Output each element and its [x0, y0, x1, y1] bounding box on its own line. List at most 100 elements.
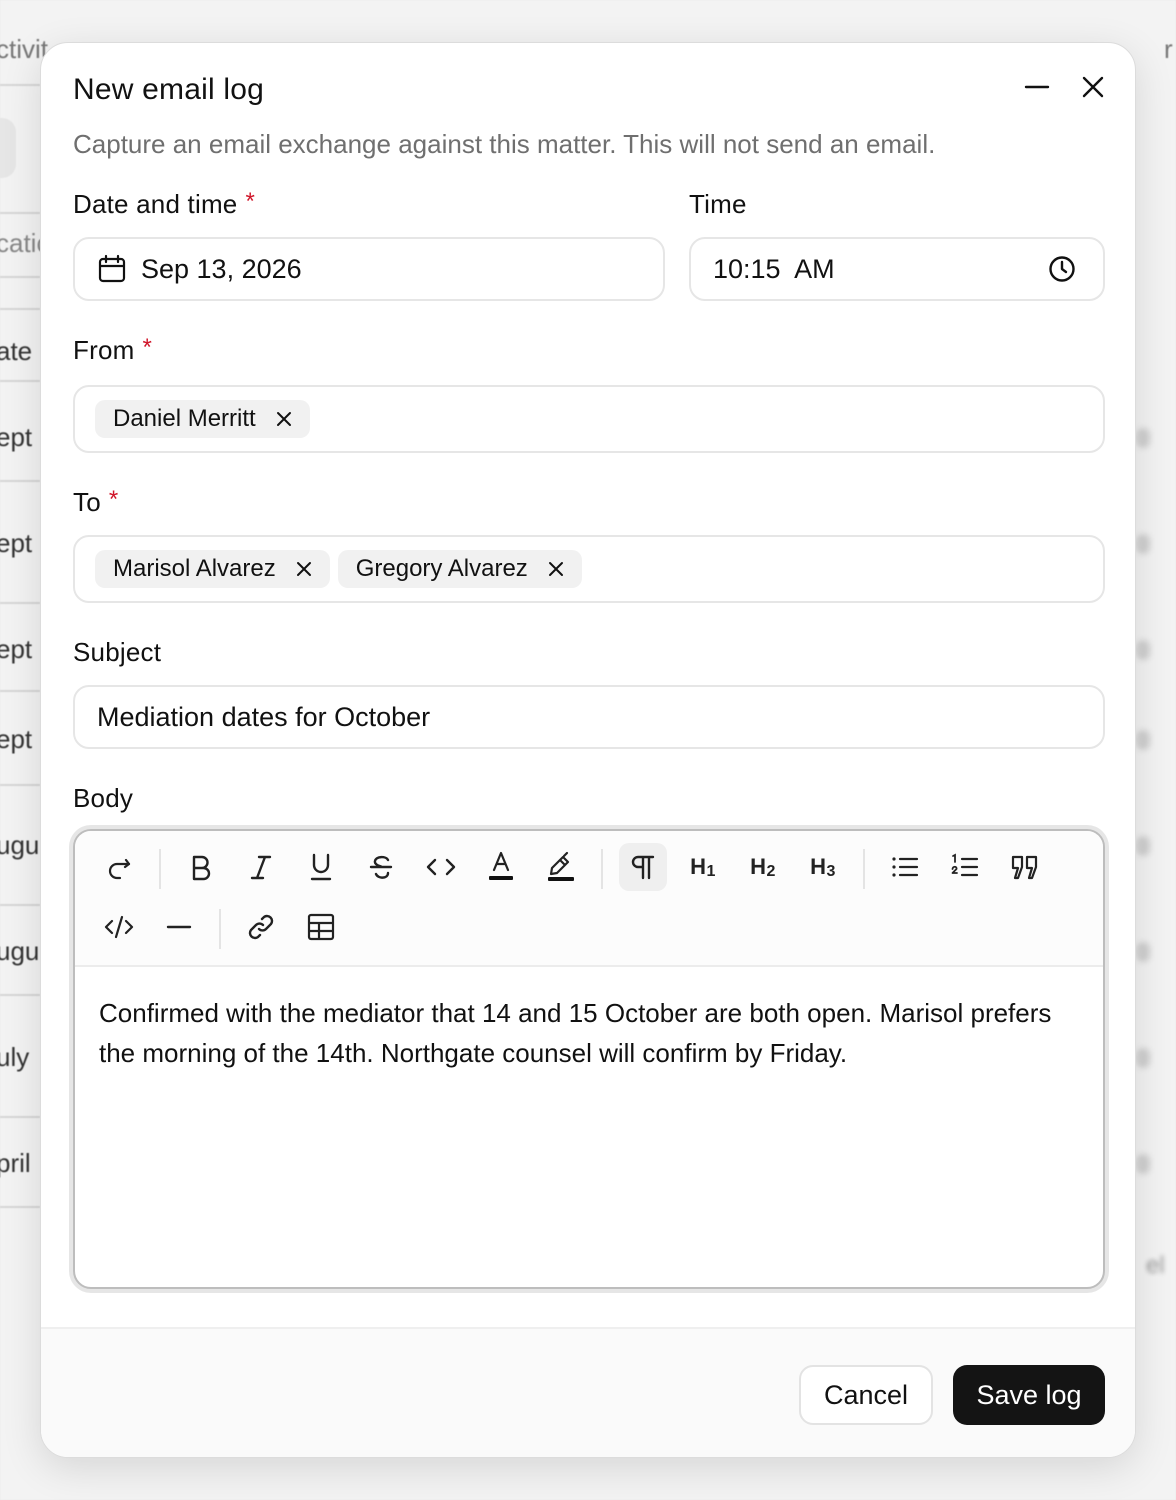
toolbar-separator	[863, 849, 865, 889]
background-dot	[1136, 942, 1150, 962]
pilcrow-icon	[631, 855, 655, 880]
required-asterisk: *	[142, 334, 153, 361]
heading-1-button[interactable]: H1	[679, 843, 727, 891]
subject-value: Mediation dates for October	[97, 701, 431, 732]
required-asterisk: *	[245, 188, 256, 215]
horizontal-rule-button[interactable]	[155, 903, 203, 951]
bold-button[interactable]	[177, 843, 225, 891]
toolbar-separator	[601, 849, 603, 889]
editor-content[interactable]: Confirmed with the mediator that 14 and …	[99, 993, 1073, 1073]
background-row-label: ept	[0, 528, 33, 558]
to-field[interactable]: Marisol Alvarez Gregory Alvarez	[73, 535, 1105, 603]
redo-button[interactable]	[95, 843, 143, 891]
background-dot	[1136, 640, 1150, 660]
recipient-chip: Gregory Alvarez	[337, 550, 582, 588]
required-asterisk: *	[108, 486, 119, 513]
ordered-list-icon	[951, 853, 979, 877]
close-button[interactable]	[1075, 69, 1111, 105]
time-value: 10:15 AM	[713, 253, 835, 284]
date-label-text: Date and time	[73, 189, 238, 219]
dialog-description: Capture an email exchange against this m…	[73, 129, 936, 159]
subject-label: Subject	[73, 637, 162, 667]
time-field[interactable]: 10:15 AM	[689, 237, 1105, 301]
dialog-footer: Cancel Save log	[41, 1327, 1135, 1457]
blockquote-button[interactable]	[1001, 843, 1049, 891]
italic-icon	[250, 855, 272, 880]
minimize-button[interactable]	[1019, 69, 1055, 105]
heading-1-icon: H1	[690, 854, 716, 881]
background-divider	[0, 84, 40, 86]
clock-icon	[1049, 256, 1075, 282]
background-row-label: ept	[0, 422, 33, 452]
horizontal-rule-icon	[166, 925, 192, 929]
highlighter-icon	[548, 851, 574, 881]
subject-input[interactable]: Mediation dates for October	[73, 685, 1105, 749]
table-icon	[307, 913, 335, 941]
text-color-button[interactable]	[477, 843, 525, 891]
underline-button[interactable]	[297, 843, 345, 891]
remove-chip-button[interactable]	[296, 561, 312, 577]
date-field[interactable]: Sep 13, 2026	[73, 237, 665, 301]
heading-2-button[interactable]: H2	[739, 843, 787, 891]
code-block-icon	[104, 915, 134, 939]
background-divider	[0, 690, 40, 692]
background-row-label: ate	[0, 336, 33, 366]
background-divider	[0, 480, 40, 482]
paragraph-button[interactable]	[619, 843, 667, 891]
code-block-button[interactable]	[95, 903, 143, 951]
background-tab: r	[1164, 34, 1173, 64]
link-button[interactable]	[237, 903, 285, 951]
strikethrough-button[interactable]	[357, 843, 405, 891]
to-label: To *	[73, 486, 119, 518]
close-icon	[1082, 76, 1104, 98]
close-icon	[296, 562, 311, 576]
code-icon	[426, 858, 456, 876]
remove-chip-button[interactable]	[276, 411, 292, 427]
background-right-text: el	[1146, 1252, 1165, 1279]
background-dot	[1136, 730, 1150, 750]
recipient-chip: Daniel Merritt	[95, 400, 310, 438]
from-label: From *	[73, 334, 153, 366]
heading-level: 3	[826, 862, 836, 880]
to-label-text: To	[73, 487, 101, 517]
heading-3-button[interactable]: H3	[799, 843, 847, 891]
background-divider	[0, 380, 40, 382]
inline-code-button[interactable]	[417, 843, 465, 891]
body-label: Body	[73, 783, 134, 813]
new-email-log-dialog: New email log Capture an email exchange …	[40, 42, 1136, 1458]
save-log-button[interactable]: Save log	[953, 1365, 1105, 1425]
chip-label: Gregory Alvarez	[355, 555, 528, 582]
minimize-icon	[1024, 85, 1050, 89]
bullet-list-icon	[892, 857, 919, 877]
text-color-icon	[489, 851, 513, 880]
bullet-list-button[interactable]	[881, 843, 929, 891]
from-field[interactable]: Daniel Merritt	[73, 385, 1105, 453]
remove-chip-button[interactable]	[548, 561, 564, 577]
heading-level: 2	[766, 862, 776, 880]
background-row-label: pril	[0, 1148, 31, 1178]
toolbar-separator	[159, 849, 161, 889]
toolbar-separator	[219, 909, 221, 949]
background-divider	[0, 1206, 40, 1208]
background-dot	[1136, 1154, 1150, 1174]
cancel-button[interactable]: Cancel	[799, 1365, 933, 1425]
editor-toolbar: H1 H2 H3	[75, 831, 1103, 967]
close-icon	[548, 562, 563, 576]
heading-level: 1	[706, 862, 716, 880]
background-dot	[1136, 836, 1150, 856]
rich-text-editor[interactable]: H1 H2 H3 Confirmed with the mediator tha…	[73, 829, 1105, 1289]
ordered-list-button[interactable]	[941, 843, 989, 891]
background-divider	[0, 784, 40, 786]
underline-icon	[310, 853, 332, 881]
calendar-icon	[98, 254, 126, 283]
italic-button[interactable]	[237, 843, 285, 891]
highlight-button[interactable]	[537, 843, 585, 891]
dialog-title: New email log	[73, 73, 265, 106]
heading-letter: H	[690, 853, 707, 879]
background-row-label: ept	[0, 724, 33, 754]
recipient-chip: Marisol Alvarez	[95, 550, 330, 588]
heading-letter: H	[750, 853, 767, 879]
bold-icon	[192, 855, 211, 881]
table-button[interactable]	[297, 903, 345, 951]
chip-label: Marisol Alvarez	[113, 555, 276, 582]
